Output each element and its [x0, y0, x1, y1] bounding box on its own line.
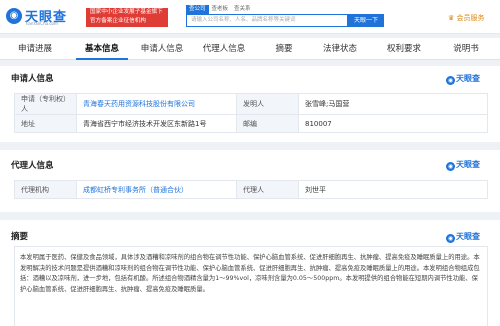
table-row: 申请（专利权）人 青海春天药用资源科技股份有限公司 发明人 张雪峰;马国营	[14, 93, 488, 115]
tab-agent-info[interactable]: 代理人信息	[196, 38, 252, 60]
applicant-value[interactable]: 青海春天药用资源科技股份有限公司	[76, 93, 237, 115]
section-tabs: 申请进展 基本信息 申请人信息 代理人信息 摘要 法律状态 权利要求 说明书	[0, 38, 500, 60]
watermark: ◉ 天眼查	[446, 160, 480, 171]
applicant-table: 申请（专利权）人 青海春天药用资源科技股份有限公司 发明人 张雪峰;马国营 地址…	[14, 93, 488, 133]
section-title: 摘要	[11, 232, 29, 242]
tab-description[interactable]: 说明书	[446, 38, 486, 60]
agent-table: 代理机构 成都虹桥专利事务所（普通合伙） 代理人 刘世平	[14, 180, 488, 199]
search-input[interactable]: 请输入公司名称、人名、品牌名称等关键词	[186, 14, 348, 27]
banner-line-1: 国家中小企业发展子基金旗下	[90, 9, 163, 15]
inventor-label: 发明人	[236, 93, 299, 115]
search-tab-company[interactable]: 查公司	[186, 5, 209, 14]
tab-abstract[interactable]: 摘要	[266, 38, 302, 60]
agent-section: 代理人信息 ◉ 天眼查 代理机构 成都虹桥专利事务所（普通合伙） 代理人 刘世平	[0, 150, 500, 212]
agent-value: 刘世平	[298, 180, 488, 199]
watermark-eye-icon: ◉	[446, 162, 455, 171]
address-value: 青海省西宁市经济技术开发区东新路1号	[76, 114, 237, 133]
watermark: ◉ 天眼查	[446, 232, 480, 243]
agent-label: 代理人	[236, 180, 299, 199]
certification-banner: 国家中小企业发展子基金旗下 官方备案企业征信机构	[86, 8, 168, 27]
agency-value[interactable]: 成都虹桥专利事务所（普通合伙）	[76, 180, 237, 199]
section-title: 申请人信息	[11, 74, 54, 84]
top-header: ◉ 天眼查 TianYanCha.com 国家中小企业发展子基金旗下 官方备案企…	[0, 0, 500, 34]
logo[interactable]: ◉ 天眼查 TianYanCha.com	[6, 6, 80, 28]
search-button[interactable]: 天眼一下	[348, 14, 384, 27]
vip-service-link[interactable]: ♛ 会员服务	[448, 13, 485, 23]
logo-eye-icon: ◉	[6, 8, 22, 24]
table-row: 代理机构 成都虹桥专利事务所（普通合伙） 代理人 刘世平	[14, 180, 488, 199]
tab-applicant-info[interactable]: 申请人信息	[134, 38, 190, 60]
applicant-label: 申请（专利权）人	[14, 93, 77, 115]
tab-application-progress[interactable]: 申请进展	[10, 38, 60, 60]
section-title: 代理人信息	[11, 161, 54, 171]
search-type-tabs: 查公司 查老板 查关系	[186, 4, 254, 14]
crown-icon: ♛	[448, 14, 455, 22]
tab-claims[interactable]: 权利要求	[380, 38, 428, 60]
watermark-eye-icon: ◉	[446, 234, 455, 243]
applicant-section: 申请人信息 ◉ 天眼查 申请（专利权）人 青海春天药用资源科技股份有限公司 发明人…	[0, 66, 500, 142]
watermark: ◉ 天眼查	[446, 74, 480, 85]
address-label: 地址	[14, 114, 77, 133]
watermark-eye-icon: ◉	[446, 76, 455, 85]
search-tab-relation[interactable]: 查关系	[231, 5, 254, 14]
logo-url: TianYanCha.com	[25, 21, 58, 26]
abstract-text: 本发明属于医药、保健及食品领域，具体涉及酒糟和凉味剂的组合物在调节性功能、保护心…	[14, 246, 488, 326]
postcode-label: 邮编	[236, 114, 299, 133]
tab-legal-status[interactable]: 法律状态	[316, 38, 364, 60]
banner-line-2: 官方备案企业征信机构	[90, 18, 146, 24]
tab-basic-info[interactable]: 基本信息	[76, 38, 128, 60]
search-tab-boss[interactable]: 查老板	[209, 5, 232, 14]
inventor-value: 张雪峰;马国营	[298, 93, 488, 115]
postcode-value: 810007	[298, 114, 488, 133]
table-row: 地址 青海省西宁市经济技术开发区东新路1号 邮编 810007	[14, 114, 488, 133]
agency-label: 代理机构	[14, 180, 77, 199]
vip-label: 会员服务	[456, 14, 485, 22]
